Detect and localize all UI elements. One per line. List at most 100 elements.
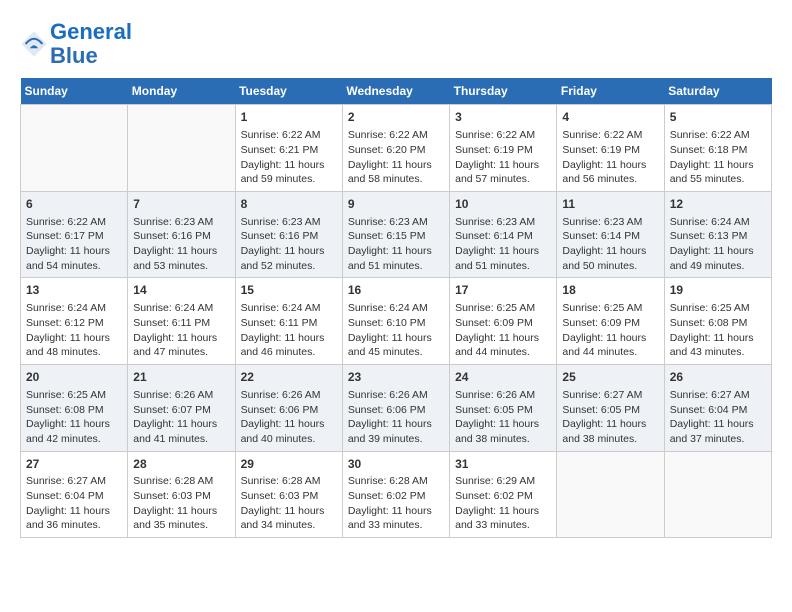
day-number: 6: [26, 196, 122, 213]
calendar-cell: 5 Sunrise: 6:22 AM Sunset: 6:18 PM Daylig…: [664, 105, 771, 192]
calendar-cell: [128, 105, 235, 192]
weekday-header-friday: Friday: [557, 78, 664, 105]
day-number: 23: [348, 369, 444, 386]
calendar-week-3: 13 Sunrise: 6:24 AM Sunset: 6:12 PM Dayli…: [21, 278, 772, 365]
day-number: 26: [670, 369, 766, 386]
calendar-cell: 9 Sunrise: 6:23 AM Sunset: 6:15 PM Daylig…: [342, 191, 449, 278]
calendar-cell: 25Sunrise: 6:27 AM Sunset: 6:05 PM Dayli…: [557, 365, 664, 452]
day-number: 18: [562, 282, 658, 299]
day-info: Sunrise: 6:22 AM Sunset: 6:20 PM Dayligh…: [348, 128, 444, 187]
calendar-cell: 6 Sunrise: 6:22 AM Sunset: 6:17 PM Daylig…: [21, 191, 128, 278]
day-number: 31: [455, 456, 551, 473]
day-info: Sunrise: 6:26 AM Sunset: 6:06 PM Dayligh…: [241, 388, 337, 447]
calendar-cell: 28Sunrise: 6:28 AM Sunset: 6:03 PM Dayli…: [128, 451, 235, 538]
weekday-header-sunday: Sunday: [21, 78, 128, 105]
calendar-cell: 22 Sunrise: 6:26 AM Sunset: 6:06 PM Dayli…: [235, 365, 342, 452]
calendar-cell: 3 Sunrise: 6:22 AM Sunset: 6:19 PM Daylig…: [450, 105, 557, 192]
calendar-cell: 21 Sunrise: 6:26 AM Sunset: 6:07 PM Dayli…: [128, 365, 235, 452]
day-info: Sunrise: 6:24 AM Sunset: 6:12 PM Dayligh…: [26, 301, 122, 360]
day-number: 14: [133, 282, 229, 299]
logo-icon: [20, 30, 48, 58]
calendar-cell: 17Sunrise: 6:25 AM Sunset: 6:09 PM Dayli…: [450, 278, 557, 365]
calendar-cell: 2 Sunrise: 6:22 AM Sunset: 6:20 PM Daylig…: [342, 105, 449, 192]
day-info: Sunrise: 6:27 AM Sunset: 6:04 PM Dayligh…: [26, 474, 122, 533]
calendar-table: SundayMondayTuesdayWednesdayThursdayFrid…: [20, 78, 772, 538]
day-info: Sunrise: 6:24 AM Sunset: 6:10 PM Dayligh…: [348, 301, 444, 360]
calendar-cell: 8Sunrise: 6:23 AM Sunset: 6:16 PM Daylig…: [235, 191, 342, 278]
day-number: 8: [241, 196, 337, 213]
calendar-cell: 27Sunrise: 6:27 AM Sunset: 6:04 PM Dayli…: [21, 451, 128, 538]
day-number: 9: [348, 196, 444, 213]
day-info: Sunrise: 6:24 AM Sunset: 6:11 PM Dayligh…: [241, 301, 337, 360]
day-number: 7: [133, 196, 229, 213]
calendar-cell: 18 Sunrise: 6:25 AM Sunset: 6:09 PM Dayli…: [557, 278, 664, 365]
calendar-cell: [664, 451, 771, 538]
calendar-cell: 12 Sunrise: 6:24 AM Sunset: 6:13 PM Dayli…: [664, 191, 771, 278]
day-number: 27: [26, 456, 122, 473]
calendar-cell: [557, 451, 664, 538]
day-number: 22: [241, 369, 337, 386]
day-number: 10: [455, 196, 551, 213]
day-info: Sunrise: 6:23 AM Sunset: 6:14 PM Dayligh…: [562, 215, 658, 274]
calendar-week-2: 6 Sunrise: 6:22 AM Sunset: 6:17 PM Daylig…: [21, 191, 772, 278]
day-number: 21: [133, 369, 229, 386]
calendar-cell: 24Sunrise: 6:26 AM Sunset: 6:05 PM Dayli…: [450, 365, 557, 452]
day-info: Sunrise: 6:22 AM Sunset: 6:19 PM Dayligh…: [562, 128, 658, 187]
day-info: Sunrise: 6:27 AM Sunset: 6:04 PM Dayligh…: [670, 388, 766, 447]
day-info: Sunrise: 6:25 AM Sunset: 6:08 PM Dayligh…: [26, 388, 122, 447]
day-info: Sunrise: 6:24 AM Sunset: 6:11 PM Dayligh…: [133, 301, 229, 360]
calendar-cell: 23 Sunrise: 6:26 AM Sunset: 6:06 PM Dayli…: [342, 365, 449, 452]
day-info: Sunrise: 6:29 AM Sunset: 6:02 PM Dayligh…: [455, 474, 551, 533]
weekday-header-tuesday: Tuesday: [235, 78, 342, 105]
day-info: Sunrise: 6:25 AM Sunset: 6:09 PM Dayligh…: [455, 301, 551, 360]
calendar-week-5: 27Sunrise: 6:27 AM Sunset: 6:04 PM Dayli…: [21, 451, 772, 538]
day-number: 2: [348, 109, 444, 126]
calendar-cell: 30Sunrise: 6:28 AM Sunset: 6:02 PM Dayli…: [342, 451, 449, 538]
calendar-cell: 16Sunrise: 6:24 AM Sunset: 6:10 PM Dayli…: [342, 278, 449, 365]
calendar-cell: 15Sunrise: 6:24 AM Sunset: 6:11 PM Dayli…: [235, 278, 342, 365]
weekday-header-saturday: Saturday: [664, 78, 771, 105]
day-number: 28: [133, 456, 229, 473]
day-info: Sunrise: 6:24 AM Sunset: 6:13 PM Dayligh…: [670, 215, 766, 274]
day-info: Sunrise: 6:22 AM Sunset: 6:19 PM Dayligh…: [455, 128, 551, 187]
calendar-cell: 19Sunrise: 6:25 AM Sunset: 6:08 PM Dayli…: [664, 278, 771, 365]
day-number: 13: [26, 282, 122, 299]
day-info: Sunrise: 6:22 AM Sunset: 6:18 PM Dayligh…: [670, 128, 766, 187]
calendar-cell: 26 Sunrise: 6:27 AM Sunset: 6:04 PM Dayli…: [664, 365, 771, 452]
day-info: Sunrise: 6:25 AM Sunset: 6:09 PM Dayligh…: [562, 301, 658, 360]
day-number: 29: [241, 456, 337, 473]
day-info: Sunrise: 6:26 AM Sunset: 6:07 PM Dayligh…: [133, 388, 229, 447]
calendar-cell: 11 Sunrise: 6:23 AM Sunset: 6:14 PM Dayli…: [557, 191, 664, 278]
day-number: 5: [670, 109, 766, 126]
calendar-header-row: SundayMondayTuesdayWednesdayThursdayFrid…: [21, 78, 772, 105]
day-number: 30: [348, 456, 444, 473]
calendar-cell: 14 Sunrise: 6:24 AM Sunset: 6:11 PM Dayli…: [128, 278, 235, 365]
calendar-week-4: 20 Sunrise: 6:25 AM Sunset: 6:08 PM Dayli…: [21, 365, 772, 452]
calendar-cell: 29Sunrise: 6:28 AM Sunset: 6:03 PM Dayli…: [235, 451, 342, 538]
weekday-header-monday: Monday: [128, 78, 235, 105]
day-info: Sunrise: 6:28 AM Sunset: 6:03 PM Dayligh…: [133, 474, 229, 533]
day-info: Sunrise: 6:23 AM Sunset: 6:15 PM Dayligh…: [348, 215, 444, 274]
day-number: 20: [26, 369, 122, 386]
day-info: Sunrise: 6:22 AM Sunset: 6:21 PM Dayligh…: [241, 128, 337, 187]
calendar-cell: 1 Sunrise: 6:22 AM Sunset: 6:21 PM Daylig…: [235, 105, 342, 192]
logo: General Blue: [20, 20, 132, 68]
day-number: 25: [562, 369, 658, 386]
day-info: Sunrise: 6:22 AM Sunset: 6:17 PM Dayligh…: [26, 215, 122, 274]
day-number: 3: [455, 109, 551, 126]
calendar-cell: 7Sunrise: 6:23 AM Sunset: 6:16 PM Daylig…: [128, 191, 235, 278]
weekday-header-wednesday: Wednesday: [342, 78, 449, 105]
calendar-cell: 20 Sunrise: 6:25 AM Sunset: 6:08 PM Dayli…: [21, 365, 128, 452]
day-info: Sunrise: 6:26 AM Sunset: 6:06 PM Dayligh…: [348, 388, 444, 447]
calendar-week-1: 1 Sunrise: 6:22 AM Sunset: 6:21 PM Daylig…: [21, 105, 772, 192]
day-number: 11: [562, 196, 658, 213]
weekday-header-thursday: Thursday: [450, 78, 557, 105]
day-info: Sunrise: 6:23 AM Sunset: 6:14 PM Dayligh…: [455, 215, 551, 274]
calendar-cell: 31Sunrise: 6:29 AM Sunset: 6:02 PM Dayli…: [450, 451, 557, 538]
day-number: 24: [455, 369, 551, 386]
calendar-cell: 4Sunrise: 6:22 AM Sunset: 6:19 PM Daylig…: [557, 105, 664, 192]
day-number: 19: [670, 282, 766, 299]
calendar-cell: 10 Sunrise: 6:23 AM Sunset: 6:14 PM Dayli…: [450, 191, 557, 278]
day-number: 1: [241, 109, 337, 126]
day-number: 12: [670, 196, 766, 213]
